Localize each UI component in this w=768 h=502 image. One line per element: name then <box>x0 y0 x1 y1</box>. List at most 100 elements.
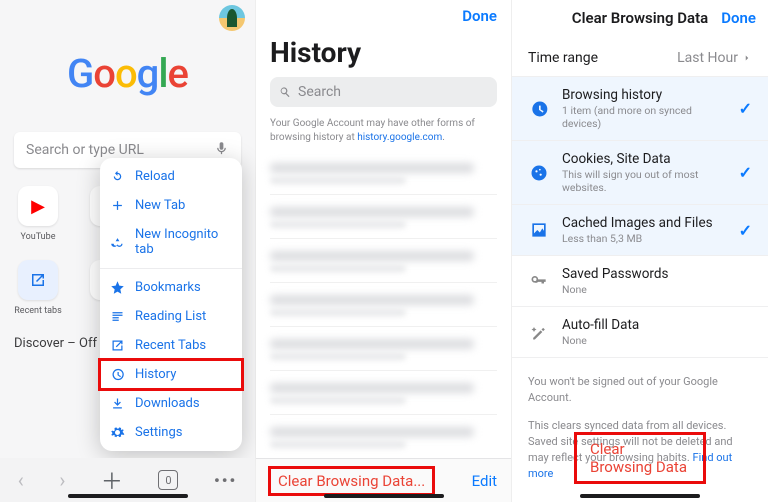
home-indicator <box>68 494 188 498</box>
check-icon: ✓ <box>739 99 752 118</box>
clear-browsing-data-button[interactable]: Clear Browsing Data <box>576 434 704 482</box>
option-passwords[interactable]: Saved Passwords None <box>512 256 768 307</box>
history-search[interactable]: Search <box>270 77 497 107</box>
menu-new-tab[interactable]: New Tab <box>100 191 242 220</box>
shortcut-label: Recent tabs <box>14 306 62 316</box>
history-entry[interactable] <box>270 283 497 327</box>
option-cookies[interactable]: Cookies, Site Data This will sign you ou… <box>512 141 768 205</box>
check-icon: ✓ <box>739 163 752 182</box>
signout-note: You won't be signed out of your Google A… <box>512 358 768 414</box>
reload-icon <box>110 169 125 184</box>
download-icon <box>110 396 125 411</box>
shortcut-recent-tabs[interactable]: Recent tabs <box>14 260 62 316</box>
menu-reload[interactable]: Reload <box>100 162 242 191</box>
new-tab-button[interactable]: ＋ <box>101 464 123 496</box>
history-header: Done <box>256 0 511 32</box>
recent-tabs-icon <box>110 338 125 353</box>
menu-history[interactable]: History <box>100 360 242 389</box>
google-logo: Google <box>0 50 255 97</box>
home-indicator <box>580 494 700 498</box>
tab-switcher[interactable]: 0 <box>158 470 178 490</box>
clear-browsing-data-link[interactable]: Clear Browsing Data... <box>270 468 433 494</box>
history-entry[interactable] <box>270 151 497 195</box>
history-entry[interactable] <box>270 415 497 458</box>
time-range-value: Last Hour <box>677 50 752 66</box>
menu-label: Bookmarks <box>135 280 201 295</box>
done-button[interactable]: Done <box>462 7 497 25</box>
option-title: Auto-fill Data <box>562 317 752 333</box>
account-avatar[interactable] <box>219 5 245 31</box>
history-entry[interactable] <box>270 371 497 415</box>
time-range-row[interactable]: Time range Last Hour <box>512 36 768 76</box>
option-title: Browsing history <box>562 87 727 103</box>
option-subtitle: Less than 5,3 MB <box>562 232 727 245</box>
menu-recent-tabs[interactable]: Recent Tabs <box>100 331 242 360</box>
more-button[interactable]: ••• <box>214 471 237 490</box>
option-autofill[interactable]: Auto-fill Data None <box>512 307 768 358</box>
page-title: Clear Browsing Data <box>572 9 708 27</box>
chevron-right-icon <box>742 53 752 63</box>
menu-label: History <box>135 367 176 382</box>
search-placeholder: Search <box>298 84 341 100</box>
discover-toggle[interactable]: Discover – Off <box>14 336 97 351</box>
cookie-icon <box>528 162 550 184</box>
option-title: Cookies, Site Data <box>562 151 727 167</box>
menu-label: Recent Tabs <box>135 338 206 353</box>
menu-reading-list[interactable]: Reading List <box>100 302 242 331</box>
gear-icon <box>110 425 125 440</box>
back-button[interactable]: ‹ <box>18 468 24 492</box>
phone-chrome-home: Google Search or type URL ▶ YouTube f Fa… <box>0 0 256 502</box>
option-subtitle: None <box>562 334 752 347</box>
history-google-link[interactable]: history.google.com <box>357 132 442 143</box>
history-entry[interactable] <box>270 239 497 283</box>
clear-options-list: Browsing history 1 item (and more on syn… <box>512 76 768 358</box>
home-indicator <box>324 494 444 498</box>
image-icon <box>528 219 550 241</box>
option-title: Saved Passwords <box>562 266 752 282</box>
menu-incognito[interactable]: New Incognito tab <box>100 220 242 264</box>
done-button[interactable]: Done <box>721 9 756 27</box>
menu-bookmarks[interactable]: Bookmarks <box>100 273 242 302</box>
option-title: Cached Images and Files <box>562 215 727 231</box>
phone-clear-data: Clear Browsing Data Done Time range Last… <box>512 0 768 502</box>
history-entry[interactable] <box>270 195 497 239</box>
plus-icon <box>110 198 125 213</box>
menu-label: Reload <box>135 169 175 184</box>
menu-label: Settings <box>135 425 182 440</box>
page-title: History <box>256 32 511 77</box>
shortcut-label: YouTube <box>21 232 56 242</box>
option-subtitle: 1 item (and more on synced devices) <box>562 104 727 130</box>
menu-separator <box>100 268 242 269</box>
edit-button[interactable]: Edit <box>472 472 497 490</box>
youtube-icon: ▶ <box>31 196 45 217</box>
history-list-blurred <box>256 151 511 458</box>
shortcut-youtube[interactable]: ▶ YouTube <box>14 186 62 242</box>
time-range-label: Time range <box>528 50 598 66</box>
mic-icon[interactable] <box>214 141 229 160</box>
forward-button[interactable]: › <box>59 468 65 492</box>
omnibox-placeholder: Search or type URL <box>26 142 144 158</box>
menu-downloads[interactable]: Downloads <box>100 389 242 418</box>
key-icon <box>528 270 550 292</box>
star-icon <box>110 280 125 295</box>
history-entry[interactable] <box>270 327 497 371</box>
menu-label: Downloads <box>135 396 200 411</box>
menu-label: New Incognito tab <box>135 227 230 257</box>
history-icon <box>110 367 125 382</box>
option-browsing-history[interactable]: Browsing history 1 item (and more on syn… <box>512 77 768 141</box>
clear-data-header: Clear Browsing Data Done <box>512 0 768 36</box>
search-icon <box>278 85 292 99</box>
option-cache[interactable]: Cached Images and Files Less than 5,3 MB… <box>512 205 768 256</box>
menu-label: New Tab <box>135 198 185 213</box>
phone-history: Done History Search Your Google Account … <box>256 0 512 502</box>
wand-icon <box>528 321 550 343</box>
history-note: Your Google Account may have other forms… <box>256 107 511 151</box>
recent-tabs-icon <box>18 260 58 300</box>
incognito-icon <box>110 235 125 250</box>
menu-settings[interactable]: Settings <box>100 418 242 447</box>
chrome-context-menu: Reload New Tab New Incognito tab Bookmar… <box>100 158 242 451</box>
check-icon: ✓ <box>739 221 752 240</box>
reading-list-icon <box>110 309 125 324</box>
menu-label: Reading List <box>135 309 206 324</box>
option-subtitle: None <box>562 283 752 296</box>
